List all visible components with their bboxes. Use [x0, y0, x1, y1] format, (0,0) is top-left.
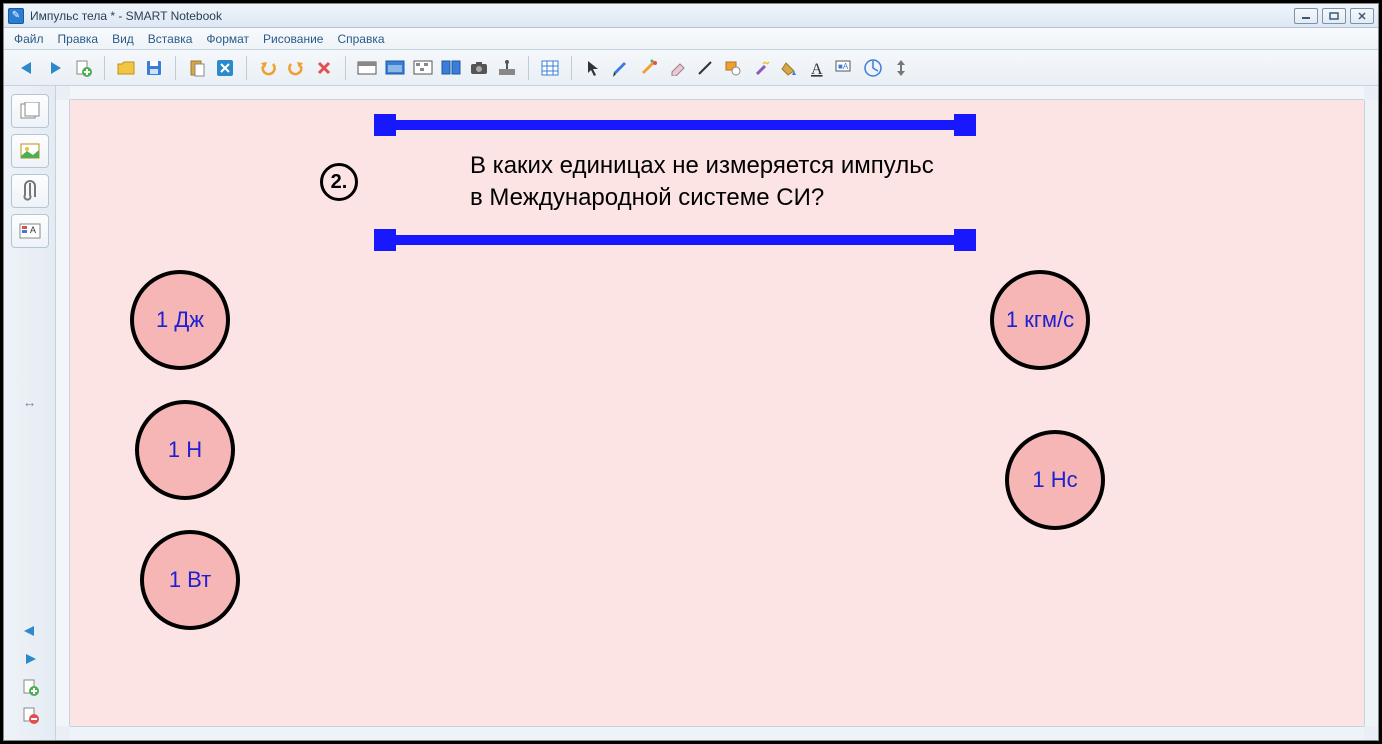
select-tool-button[interactable] [582, 57, 604, 79]
undo-button[interactable] [257, 57, 279, 79]
question-body: 2. В каких единицах не измеряется импуль… [380, 130, 970, 235]
menu-view[interactable]: Вид [112, 32, 134, 46]
menu-insert[interactable]: Вставка [148, 32, 193, 46]
question-number[interactable]: 2. [320, 163, 358, 201]
minimize-button[interactable] [1294, 8, 1318, 24]
move-toolbar-button[interactable] [890, 57, 912, 79]
sidebar-add-button[interactable] [18, 678, 42, 696]
separator [345, 56, 346, 80]
resize-handle-icon[interactable]: ↔ [23, 394, 37, 410]
delete-button[interactable] [313, 57, 335, 79]
line-tool-button[interactable] [694, 57, 716, 79]
document-camera-button[interactable] [496, 57, 518, 79]
window-title: Импульс тела * - SMART Notebook [30, 9, 1294, 23]
transparent-background-button[interactable] [412, 57, 434, 79]
ruler-corner [1364, 86, 1378, 100]
maximize-button[interactable] [1322, 8, 1346, 24]
ruler-corner [56, 86, 70, 100]
prev-page-button[interactable] [16, 57, 38, 79]
screen-shade-button[interactable] [356, 57, 378, 79]
answer-option-3[interactable]: 1 Вт [140, 530, 240, 630]
question-frame: 2. В каких единицах не измеряется импуль… [380, 120, 970, 245]
ruler-vertical [56, 100, 70, 726]
app-window: ✎ Импульс тела * - SMART Notebook Файл П… [3, 3, 1379, 741]
dual-page-button[interactable] [440, 57, 462, 79]
redo-button[interactable] [285, 57, 307, 79]
scrollbar-vertical[interactable] [1364, 100, 1378, 726]
scrollbar-horizontal[interactable] [70, 726, 1364, 740]
fill-tool-button[interactable] [778, 57, 800, 79]
frame-bar-bottom[interactable] [380, 235, 970, 245]
menu-edit[interactable]: Правка [58, 32, 99, 46]
save-button[interactable] [143, 57, 165, 79]
open-button[interactable] [115, 57, 137, 79]
svg-text:■A: ■A [838, 62, 849, 71]
canvas-wrap: 2. В каких единицах не измеряется импуль… [56, 86, 1378, 740]
separator [571, 56, 572, 80]
screen-capture-button[interactable] [468, 57, 490, 79]
creative-pen-button[interactable] [638, 57, 660, 79]
menu-file[interactable]: Файл [14, 32, 44, 46]
ruler-horizontal [70, 86, 1364, 100]
sidebar-delete-button[interactable] [18, 706, 42, 724]
menu-draw[interactable]: Рисование [263, 32, 323, 46]
menu-format[interactable]: Формат [206, 32, 249, 46]
table-button[interactable] [539, 57, 561, 79]
answer-option-5[interactable]: 1 Нс [1005, 430, 1105, 530]
separator [104, 56, 105, 80]
app-icon: ✎ [8, 8, 24, 24]
eraser-button[interactable] [666, 57, 688, 79]
ruler-corner [1364, 726, 1378, 740]
menubar: Файл Правка Вид Вставка Формат Рисование… [4, 28, 1378, 50]
frame-bar-top[interactable] [380, 120, 970, 130]
separator [175, 56, 176, 80]
properties-button[interactable]: ■A [834, 57, 856, 79]
sidebar-next-button[interactable] [18, 650, 42, 668]
answer-option-4[interactable]: 1 кгм/с [990, 270, 1090, 370]
toolbar: A ■A [4, 50, 1378, 86]
gallery-tab[interactable] [11, 134, 49, 168]
next-page-button[interactable] [44, 57, 66, 79]
pen-tool-button[interactable] [610, 57, 632, 79]
window-controls [1294, 8, 1374, 24]
svg-text:A: A [811, 61, 823, 77]
properties-tab[interactable]: A [11, 214, 49, 248]
close-button[interactable] [1350, 8, 1374, 24]
sidebar-prev-button[interactable] [18, 622, 42, 640]
shape-tool-button[interactable] [722, 57, 744, 79]
attachments-tab[interactable] [11, 174, 49, 208]
separator [528, 56, 529, 80]
cut-button[interactable] [214, 57, 236, 79]
ruler-corner [56, 726, 70, 740]
content-area: A ↔ 2. В каких единица [4, 86, 1378, 740]
add-page-button[interactable] [72, 57, 94, 79]
page-canvas[interactable]: 2. В каких единицах не измеряется импуль… [70, 100, 1364, 726]
paste-button[interactable] [186, 57, 208, 79]
question-text[interactable]: В каких единицах не измеряется импульс в… [470, 150, 950, 215]
answer-option-1[interactable]: 1 Дж [130, 270, 230, 370]
magic-pen-button[interactable] [750, 57, 772, 79]
titlebar: ✎ Импульс тела * - SMART Notebook [4, 4, 1378, 28]
sidebar: A ↔ [4, 86, 56, 740]
full-screen-button[interactable] [384, 57, 406, 79]
answer-option-2[interactable]: 1 Н [135, 400, 235, 500]
text-tool-button[interactable]: A [806, 57, 828, 79]
page-sorter-tab[interactable] [11, 94, 49, 128]
separator [246, 56, 247, 80]
measurement-button[interactable] [862, 57, 884, 79]
svg-text:A: A [30, 225, 36, 235]
menu-help[interactable]: Справка [337, 32, 384, 46]
